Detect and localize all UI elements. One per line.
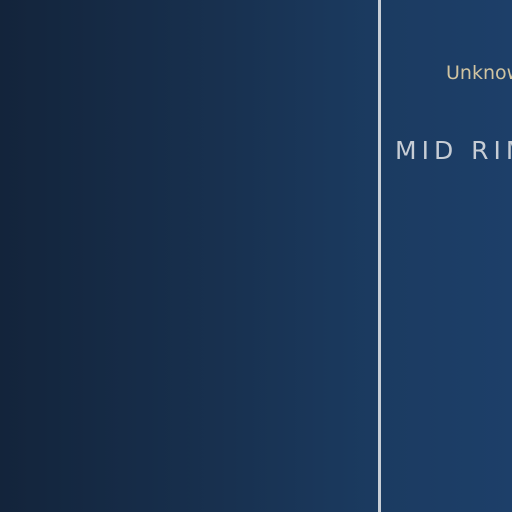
main-title: MID RIM [395,136,512,165]
left-panel [0,0,378,512]
right-panel: Unknow MID RIM [381,0,512,512]
subtitle-text: Unknow [446,62,512,84]
